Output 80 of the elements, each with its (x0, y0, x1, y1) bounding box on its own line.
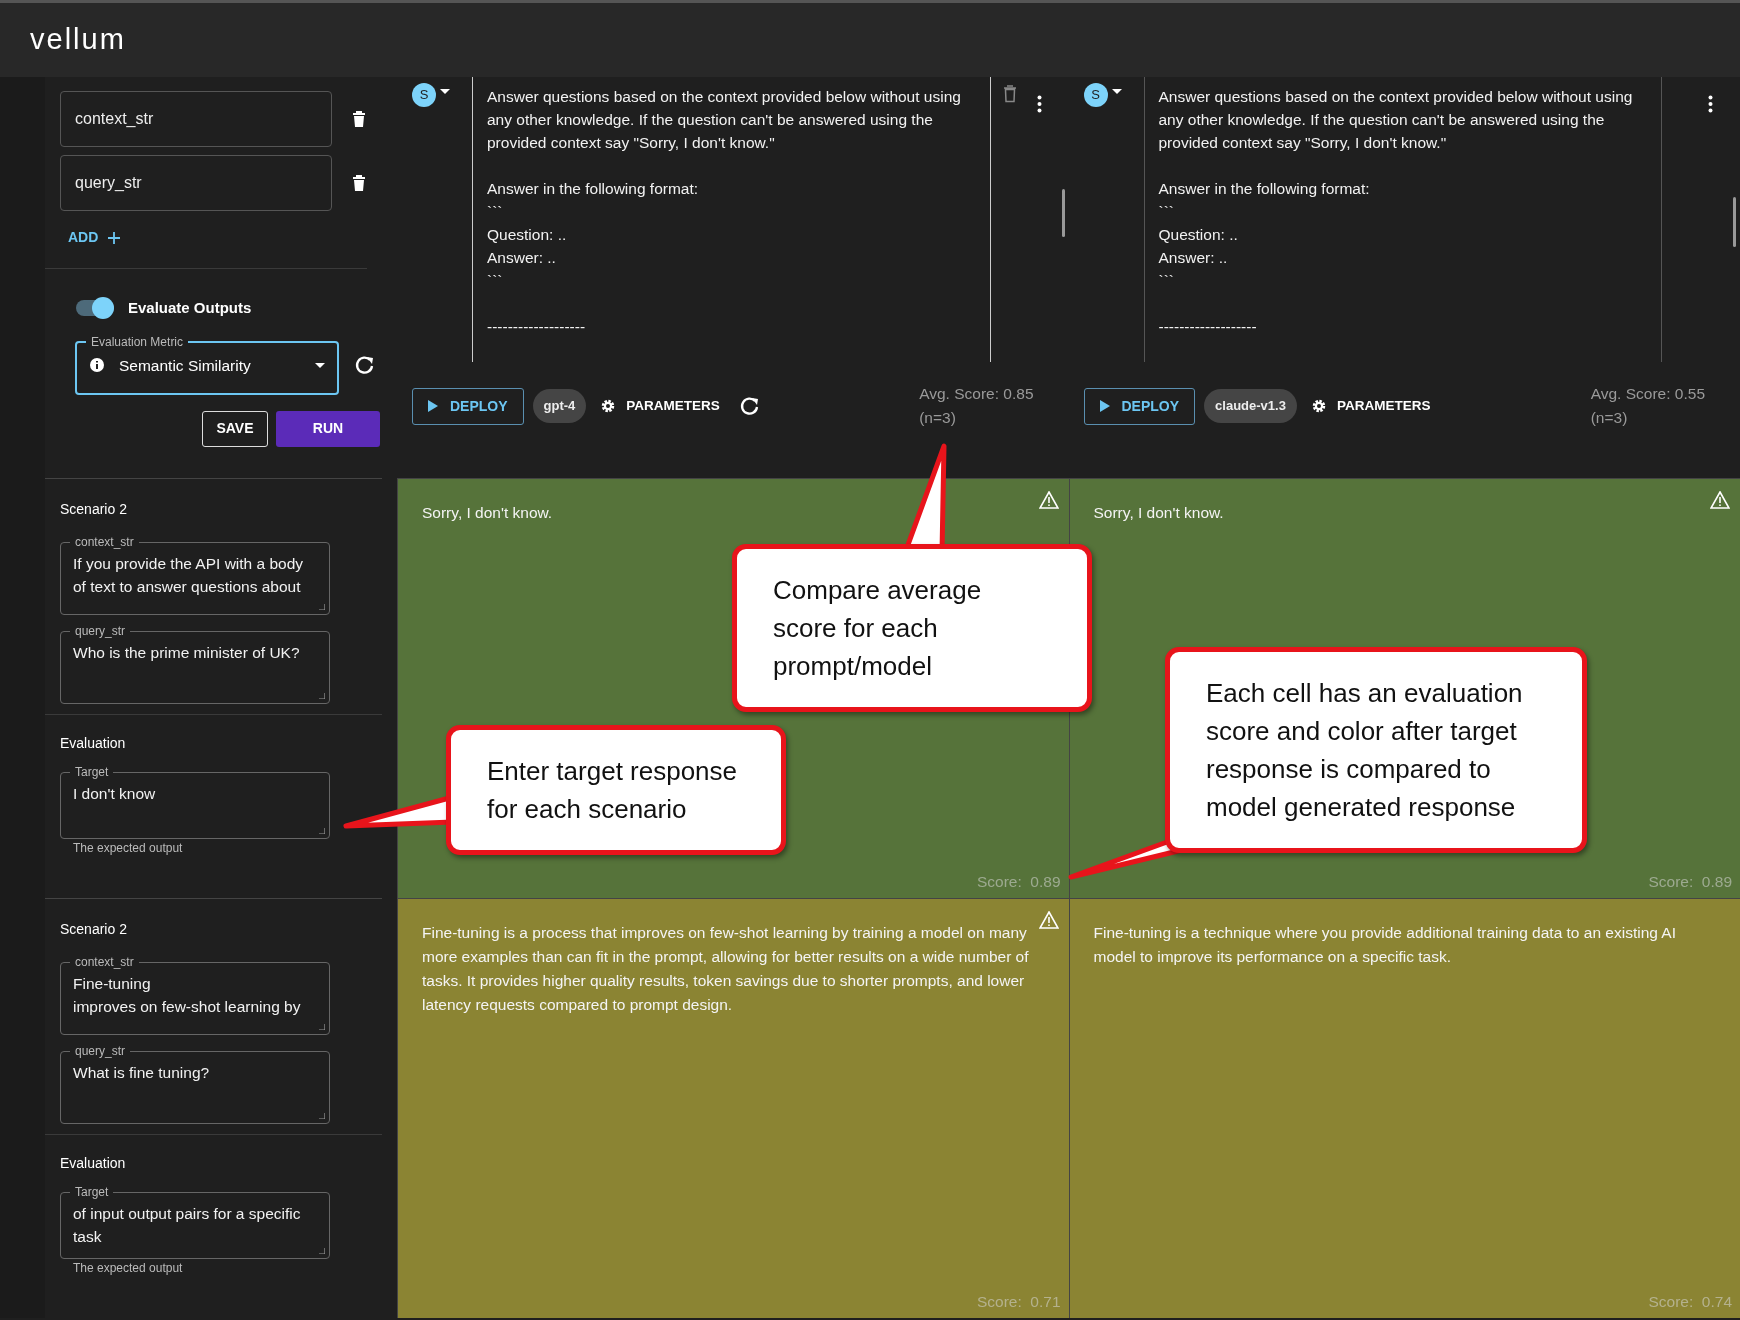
avatar[interactable]: S (1083, 83, 1108, 107)
more-icon[interactable] (1708, 95, 1713, 113)
variable-field[interactable]: context_str (60, 91, 332, 147)
warning-icon[interactable] (1710, 491, 1730, 509)
avatar[interactable]: S (412, 83, 436, 107)
evaluation-title: Evaluation (60, 1154, 127, 1173)
callout: Compare average score for each prompt/model (732, 544, 1092, 712)
target-field[interactable]: Target I don't know (60, 766, 330, 839)
resize-handle-icon[interactable] (319, 693, 325, 699)
warning-icon[interactable] (1038, 491, 1059, 509)
refresh-icon[interactable] (355, 355, 374, 375)
target-field[interactable]: Target of input output pairs for a specific task (60, 1186, 330, 1259)
input-field[interactable]: context_str If you provide the API with a body of text to answer questions about (60, 536, 330, 615)
model-chip[interactable]: gpt-4 (532, 389, 587, 423)
scenario-title: Scenario 2 (60, 500, 128, 519)
field-label: query_str (74, 1045, 127, 1057)
deploy-button[interactable]: DEPLOY (412, 387, 524, 425)
trash-icon[interactable] (352, 110, 366, 128)
evaluation-title: Evaluation (60, 734, 127, 753)
field-label: Target (74, 766, 110, 778)
score-label: Score: 0.74 (1648, 1292, 1732, 1312)
sample-count: (n=3) (1590, 408, 1629, 428)
callout: Each cell has an evaluation score and color after target response is compared to model generated response (1165, 647, 1587, 853)
model-chip[interactable]: claude-v1.3 (1204, 389, 1297, 423)
scrollbar[interactable] (1061, 189, 1065, 237)
settings-icon (600, 398, 617, 414)
more-icon[interactable] (1036, 95, 1042, 113)
caret-icon (315, 362, 325, 368)
play-icon (1099, 400, 1110, 412)
helper-text: The expected output (72, 1260, 184, 1277)
play-icon (428, 400, 438, 412)
field-label: context_str (74, 956, 135, 968)
parameters-button[interactable]: PARAMETERS (600, 395, 720, 417)
input-field[interactable]: context_str Fine-tuning improves on few-shot learning by (60, 956, 330, 1035)
score-label: Score: 0.89 (1648, 872, 1732, 892)
resize-handle-icon[interactable] (319, 1248, 325, 1254)
input-field[interactable]: query_str What is fine tuning? (60, 1045, 330, 1124)
prompt-text: Answer questions based on the context provided below without using any other knowledge. If the question can't be answered using the provided context say "Sorry, I don't know." Answer in the following format: ``` Question: .. Answer: .. ``` ------------------- (1143, 77, 1662, 362)
field-label: Target (74, 1186, 110, 1198)
scenario-title: Scenario 2 (60, 920, 128, 939)
variable-field[interactable]: query_str (60, 155, 332, 211)
caret-icon[interactable] (440, 89, 450, 94)
toggle-label: Evaluate Outputs (128, 298, 252, 318)
trash-icon[interactable] (352, 174, 366, 192)
average-score: Avg. Score: 0.55 (1590, 384, 1705, 404)
evaluate-toggle[interactable] (76, 300, 114, 317)
scrollbar[interactable] (1733, 197, 1736, 247)
callout: Enter target response for each scenario (446, 725, 786, 855)
metric-select[interactable]: Evaluation Metric Semantic Similarity (75, 335, 339, 395)
response-text: Sorry, I don't know. (422, 503, 554, 523)
prompt-text: Answer questions based on the context provided below without using any other knowledge. If the question can't be answered using the provided context say "Sorry, I don't know." Answer in the following format: ``` Question: .. Answer: .. ``` ------------------- (472, 77, 991, 362)
score-label: Score: 0.89 (976, 872, 1061, 892)
deploy-button[interactable]: DEPLOY (1083, 387, 1196, 425)
app-logo: vellum (30, 22, 126, 58)
plus-icon (108, 231, 121, 244)
add-button[interactable]: ADD (68, 227, 121, 248)
resize-handle-icon[interactable] (319, 1024, 325, 1030)
parameters-button[interactable]: PARAMETERS (1310, 395, 1431, 417)
field-label: Evaluation Metric (90, 335, 185, 348)
run-button[interactable]: RUN (276, 410, 380, 447)
sample-count: (n=3) (919, 408, 957, 428)
helper-text: The expected output (72, 840, 184, 857)
score-label: Score: 0.71 (976, 1292, 1061, 1312)
response-text: Fine-tuning is a process that improves on few-shot learning by training a model on many more examples than can fit in the prompt, allowing for better results on a wide number of tasks. It provides higher quality results, token savings due to shorter prompts, and lower latency requests compared to prompt design. (422, 923, 1030, 1015)
settings-icon (1310, 398, 1327, 414)
info-icon (89, 357, 105, 374)
input-field[interactable]: query_str Who is the prime minister of UK? (60, 625, 330, 704)
caret-icon[interactable] (1111, 89, 1122, 94)
resize-handle-icon[interactable] (319, 828, 325, 834)
average-score: Avg. Score: 0.85 (919, 384, 1034, 404)
field-label: context_str (74, 536, 135, 548)
save-button[interactable]: SAVE (202, 410, 268, 447)
refresh-icon[interactable] (739, 396, 759, 416)
select-value: Semantic Similarity (119, 355, 252, 376)
field-label: query_str (74, 625, 127, 637)
response-text: Sorry, I don't know. (1093, 503, 1225, 523)
resize-handle-icon[interactable] (319, 604, 325, 610)
warning-icon[interactable] (1038, 911, 1059, 929)
response-text: Fine-tuning is a technique where you provide additional training data to an existing AI model to improve its performance on a specific task. (1093, 923, 1677, 967)
resize-handle-icon[interactable] (319, 1113, 325, 1119)
